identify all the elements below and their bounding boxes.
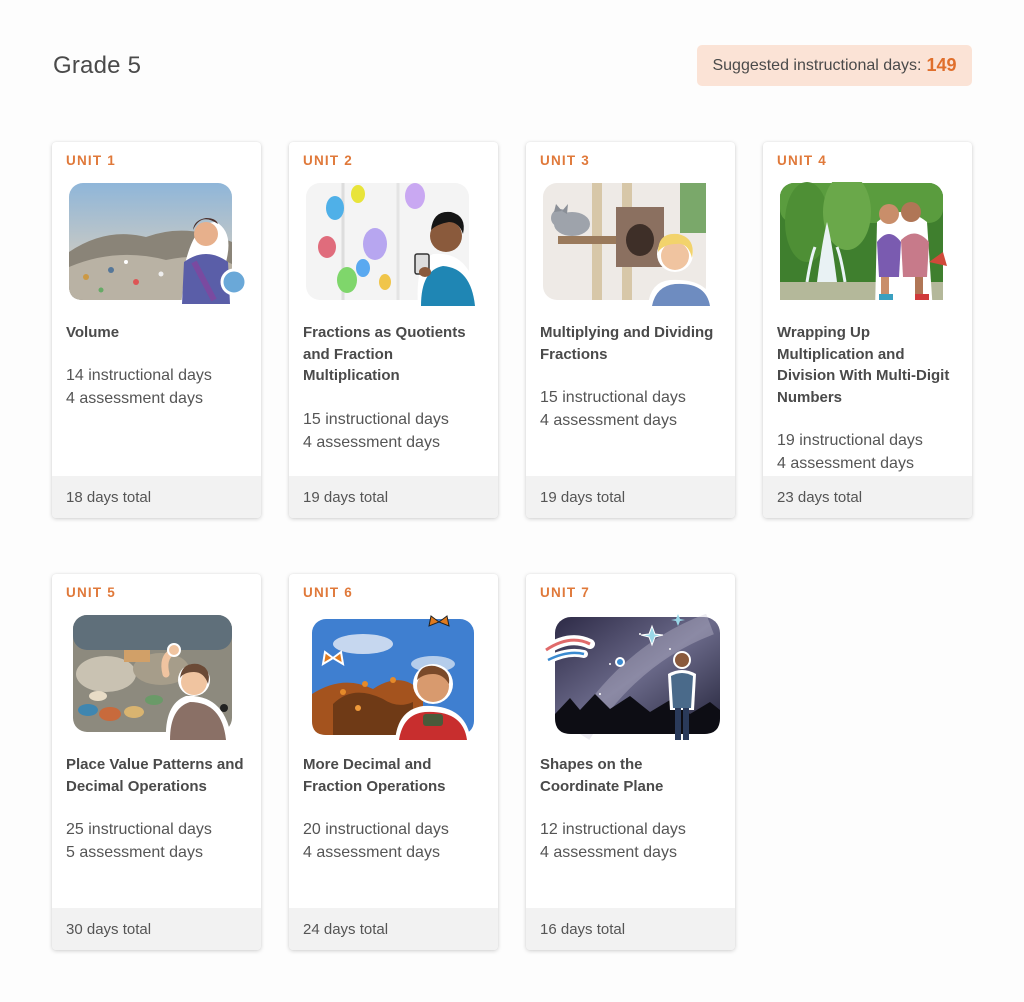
unit-label: UNIT 1 — [66, 153, 116, 168]
unit-title: Volume — [66, 324, 120, 341]
assessment-days: 4 assessment days — [303, 844, 440, 861]
unit-image-landfill — [66, 182, 248, 310]
days-total: 19 days total — [526, 476, 735, 518]
unit-card-6[interactable]: UNIT 6 More Decimal and Fraction Operati… — [289, 574, 498, 950]
days-total: 23 days total — [763, 476, 972, 518]
unit-image-butterflies — [303, 614, 485, 742]
assessment-days: 4 assessment days — [777, 455, 914, 472]
instructional-days: 12 instructional days — [540, 821, 686, 838]
instructional-days: 15 instructional days — [303, 411, 449, 428]
unit-image-cat-tree — [540, 182, 722, 310]
unit-title: Fractions as Quotients and Fraction Mult… — [303, 324, 466, 385]
unit-card-7[interactable]: UNIT 7 Shapes on the Coordinate Plane 12… — [526, 574, 735, 950]
unit-card-4[interactable]: UNIT 4 Wrapping Up Multiplication and Di… — [763, 142, 972, 518]
unit-image-night-sky — [540, 614, 722, 742]
unit-card-1[interactable]: UNIT 1 Volume 14 instructional days 4 as… — [52, 142, 261, 518]
days-total: 19 days total — [289, 476, 498, 518]
instructional-days: 14 instructional days — [66, 367, 212, 384]
unit-title: Wrapping Up Multiplication and Division … — [777, 324, 950, 407]
days-total: 18 days total — [52, 476, 261, 518]
instructional-days: 19 instructional days — [777, 432, 923, 449]
page-title: Grade 5 — [53, 52, 142, 79]
unit-label: UNIT 4 — [777, 153, 827, 168]
unit-title: Multiplying and Dividing Fractions — [540, 324, 714, 363]
days-total: 16 days total — [526, 908, 735, 950]
unit-card-3[interactable]: UNIT 3 Multiplying and Dividing Fraction… — [526, 142, 735, 518]
days-total: 30 days total — [52, 908, 261, 950]
suggested-days-badge: Suggested instructional days: 149 — [697, 45, 972, 86]
unit-label: UNIT 3 — [540, 153, 590, 168]
unit-card-2[interactable]: UNIT 2 Fractions as Quotients and Fracti… — [289, 142, 498, 518]
unit-image-fountain — [777, 182, 959, 310]
suggested-days-value: 149 — [926, 55, 957, 75]
unit-title: More Decimal and Fraction Operations — [303, 756, 446, 795]
unit-title: Shapes on the Coordinate Plane — [540, 756, 664, 795]
unit-label: UNIT 7 — [540, 585, 590, 600]
unit-image-pottery-market — [66, 614, 248, 742]
assessment-days: 5 assessment days — [66, 844, 203, 861]
unit-label: UNIT 5 — [66, 585, 116, 600]
days-total: 24 days total — [289, 908, 498, 950]
assessment-days: 4 assessment days — [66, 390, 203, 407]
assessment-days: 4 assessment days — [303, 434, 440, 451]
unit-image-balloons — [303, 182, 485, 310]
assessment-days: 4 assessment days — [540, 412, 677, 429]
instructional-days: 20 instructional days — [303, 821, 449, 838]
unit-card-5[interactable]: UNIT 5 Place Value Patterns and Decimal … — [52, 574, 261, 950]
suggested-days-label: Suggested instructional days: — [712, 56, 922, 74]
instructional-days: 15 instructional days — [540, 389, 686, 406]
unit-label: UNIT 6 — [303, 585, 353, 600]
unit-title: Place Value Patterns and Decimal Operati… — [66, 756, 244, 795]
instructional-days: 25 instructional days — [66, 821, 212, 838]
assessment-days: 4 assessment days — [540, 844, 677, 861]
unit-label: UNIT 2 — [303, 153, 353, 168]
